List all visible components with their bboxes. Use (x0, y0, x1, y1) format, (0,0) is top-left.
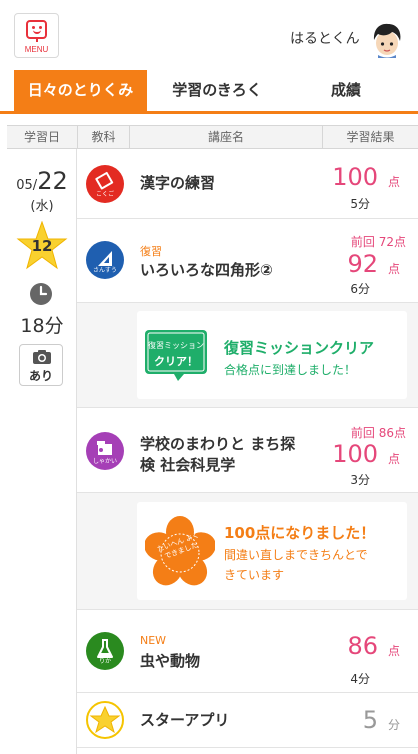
score-value: 5 (362, 706, 378, 734)
app-header: MENU はるとくん (0, 0, 418, 68)
subject-label: さんすう (93, 267, 117, 274)
mission-badge-line1: 復習ミッション (148, 341, 204, 350)
lesson-row[interactable]: しゃかい 学校のまわりと まち探 検 社会科見学 前回 86点 100 点 3分 (77, 408, 418, 493)
photo-label: あり (28, 369, 53, 383)
study-date: 05/22 (16, 167, 68, 195)
course-title-line1: 学校のまわりと まち探 (140, 435, 296, 453)
course-title: 漢字の練習 (140, 174, 216, 192)
previous-score: 前回 86点 (350, 426, 406, 440)
score-unit: 点 (387, 262, 400, 276)
username: はるとくん (290, 31, 360, 47)
score-value: 100 (332, 163, 378, 191)
lesson-row[interactable]: スターアプリ 5 分 (77, 693, 418, 748)
column-header-row: 学習日 教科 講座名 学習結果 (7, 125, 418, 149)
avatar[interactable] (370, 22, 404, 58)
sansu-icon: さんすう (86, 241, 124, 279)
achievement-title: 100点になりました！ (224, 524, 376, 542)
course-title: 虫や動物 (140, 652, 201, 670)
score-unit: 点 (387, 175, 400, 189)
rika-icon: りか (86, 632, 124, 670)
menu-label: MENU (24, 45, 49, 54)
score-unit: 点 (387, 452, 400, 466)
subject-label: しゃかい (92, 458, 117, 465)
star-count: 12 (31, 237, 53, 255)
achievement-subtitle-line2: きています (224, 568, 285, 582)
column-result: 学習結果 (322, 126, 418, 149)
tab-records[interactable]: 学習のきろく (147, 70, 287, 111)
study-minutes: 4分 (350, 672, 370, 686)
new-tag: NEW (140, 634, 167, 647)
lesson-row[interactable]: こくご 漢字の練習 100 点 5分 (77, 149, 418, 219)
achievement-subtitle-line1: 間違い直しまできちんとで (224, 548, 368, 562)
weekday: (水) (30, 199, 54, 214)
study-minutes: 3分 (350, 473, 370, 487)
achievement-panel: たいへん よくできました 100点になりました！ 間違い直しまできちんとで きて… (77, 493, 418, 610)
study-minutes: 6分 (350, 282, 370, 296)
column-date: 学習日 (23, 130, 60, 144)
study-time: 18分 (20, 315, 64, 337)
mission-title: 復習ミッションクリア (224, 339, 375, 357)
column-course: 講座名 (129, 126, 322, 149)
score-value: 92 (347, 250, 378, 278)
star-app-icon (86, 701, 124, 739)
score-unit: 点 (387, 644, 400, 658)
tab-bar: 日々のとりくみ 学習のきろく 成績 (0, 70, 418, 114)
clock-icon (30, 283, 52, 305)
subject-label: こくご (95, 191, 114, 198)
menu-button[interactable]: MENU (14, 13, 59, 58)
course-title: いろいろな四角形② (140, 261, 273, 279)
course-title-line2: 検 社会科見学 (140, 456, 236, 474)
mission-card: 復習ミッション クリア！ 復習ミッションクリア 合格点に到達しました！ (137, 311, 407, 399)
star-count-badge: 12 (16, 220, 68, 271)
review-tag: 復習 (140, 245, 162, 258)
score-value: 100 (332, 440, 378, 468)
column-subject: 教科 (77, 126, 129, 149)
achievement-card: たいへん よくできました 100点になりました！ 間違い直しまできちんとで きて… (137, 502, 407, 600)
score-unit: 分 (387, 718, 400, 732)
kokugo-icon: こくご (86, 165, 124, 203)
tab-grades[interactable]: 成績 (287, 70, 405, 111)
lesson-row[interactable]: りか NEW 虫や動物 86 点 4分 (77, 610, 418, 693)
mission-subtitle: 合格点に到達しました！ (224, 363, 357, 377)
course-title: スターアプリ (140, 711, 230, 729)
mission-badge-line2: クリア！ (154, 355, 198, 368)
lesson-row[interactable]: さんすう 復習 いろいろな四角形② 前回 72点 92 点 6分 (77, 219, 418, 303)
score-value: 86 (347, 632, 378, 660)
study-minutes: 5分 (350, 197, 370, 211)
subject-label: りか (98, 658, 111, 665)
date-column: 05/22 (水) 12 18分 あり (7, 149, 77, 754)
camera-icon (33, 350, 51, 364)
tab-daily[interactable]: 日々のとりくみ (14, 70, 147, 111)
shakai-icon: しゃかい (86, 432, 124, 470)
robot-face-icon (26, 20, 47, 42)
previous-score: 前回 72点 (350, 235, 406, 249)
photo-button[interactable]: あり (19, 344, 63, 386)
mission-panel: 復習ミッション クリア！ 復習ミッションクリア 合格点に到達しました！ (77, 303, 418, 408)
